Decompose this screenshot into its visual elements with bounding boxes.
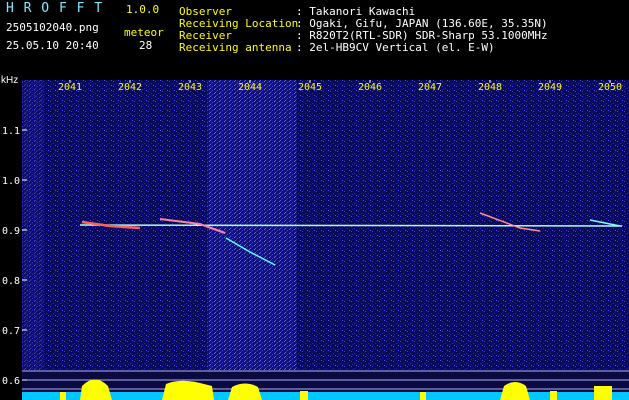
power-bar-7 — [300, 391, 308, 400]
y-tick-label: 0.7 — [2, 326, 20, 337]
x-tick-label: 2044 — [238, 82, 262, 93]
y-tick-label: 0.9 — [2, 226, 20, 237]
x-tick-label: 2047 — [418, 82, 442, 93]
power-bar-8 — [420, 392, 426, 400]
carrier-line — [79, 224, 623, 227]
y-axis-label: kHz — [1, 75, 18, 86]
y-tick-label: 0.6 — [2, 376, 20, 387]
x-tick-label: 2041 — [58, 82, 82, 93]
spectrogram: kHz 1.1 1.0 0.9 0.8 0.7 0.6 2041 2042 2043 2044 2… — [1, 75, 629, 400]
x-tick-label: 2046 — [358, 82, 382, 93]
power-bar-6 — [60, 392, 66, 400]
x-tick-label: 2049 — [538, 82, 562, 93]
x-tick-label: 2045 — [298, 82, 322, 93]
power-bar-9 — [550, 391, 557, 400]
power-bar-5 — [594, 386, 612, 400]
x-tick-label: 2050 — [598, 82, 622, 93]
noise-band-2 — [22, 80, 44, 370]
baseline-bar — [22, 392, 629, 400]
x-tick-label: 2048 — [478, 82, 502, 93]
x-tick-label: 2042 — [118, 82, 142, 93]
y-tick-label: 0.8 — [2, 276, 20, 287]
y-tick-label: 1.1 — [2, 126, 20, 137]
y-tick-label: 1.0 — [2, 176, 20, 187]
x-tick-label: 2043 — [178, 82, 202, 93]
